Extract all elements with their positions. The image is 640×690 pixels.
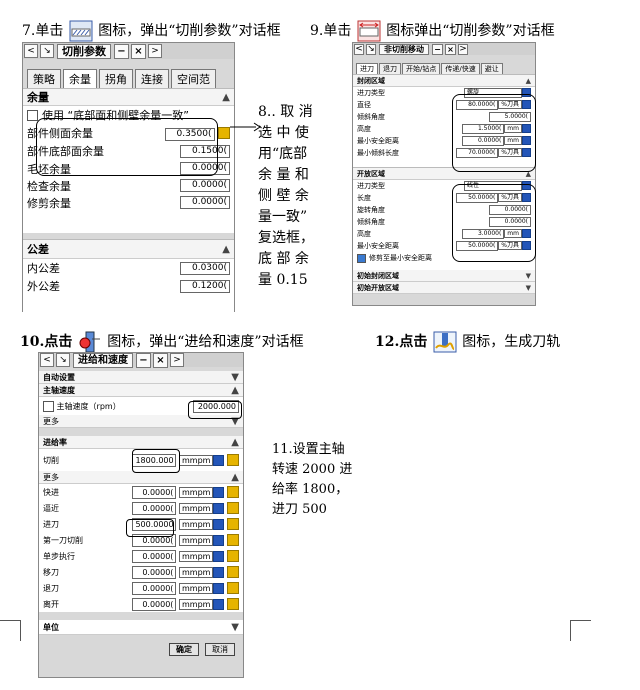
collapse-icon: ▲ [222, 91, 230, 103]
lock-icon[interactable] [218, 126, 230, 139]
note-step8: 8.. 取 消选 中 使用“底部 余 量 和侧 壁 余量一致” 复选框，底 部 … [258, 104, 314, 288]
pin-icon[interactable]: ↘ [56, 353, 70, 367]
close-button[interactable]: × [153, 352, 168, 368]
pin-icon[interactable]: ↘ [366, 43, 376, 55]
highlight-cut [132, 449, 180, 473]
highlight-spindle [188, 401, 242, 419]
rapid-feed-input[interactable]: 0.0000( [132, 485, 177, 499]
section-stock[interactable]: 余量 ▲ [23, 89, 234, 106]
departure-feed-input[interactable]: 0.0000( [132, 597, 177, 611]
intol-input[interactable]: 0.0300( [180, 261, 230, 275]
non-cut-dialog: < ↘ 非切削移动 − × > 进刀 退刀 开始/钻点 传递/快速 避让 封闭区… [352, 42, 536, 306]
close-button[interactable]: × [131, 43, 146, 59]
prev-arrow[interactable]: < [354, 43, 364, 55]
trim-stock-input[interactable]: 0.0000( [180, 196, 230, 209]
highlight-stock [36, 118, 218, 176]
trim-checkbox[interactable] [357, 253, 366, 263]
dialog-title: 切削参数 [57, 43, 111, 59]
pin-icon[interactable]: ↘ [40, 44, 54, 58]
note-step11: 11.设置主轴 转速 2000 进给率 1800， 进刀 500 [272, 442, 353, 517]
tab-retract[interactable]: 退刀 [379, 63, 401, 74]
next-arrow[interactable]: > [458, 43, 468, 55]
approach-feed-input[interactable]: 0.0000( [132, 501, 177, 515]
section-closed[interactable]: 封闭区域 ▲ [353, 75, 535, 87]
check-stock-input[interactable]: 0.0000( [180, 179, 230, 192]
minimize-button[interactable]: − [136, 352, 151, 368]
tab-avoid[interactable]: 避让 [480, 63, 503, 74]
highlight-engage [126, 519, 174, 537]
retract-feed-input[interactable]: 0.0000( [132, 581, 177, 595]
label-outtol: 外公差 [27, 280, 60, 293]
lock-icon[interactable] [227, 454, 239, 466]
dialog-titlebar: < ↘ 切削参数 − × > [23, 43, 234, 59]
minimize-button[interactable]: − [432, 43, 443, 55]
tab-strategy[interactable]: 策略 [27, 69, 61, 88]
next-arrow[interactable]: > [170, 353, 184, 367]
same-stock-checkbox[interactable] [27, 109, 38, 121]
outtol-input[interactable]: 0.1200( [180, 279, 230, 293]
tab-start-drill[interactable]: 开始/钻点 [402, 63, 441, 74]
dialog-title: 非切削移动 [379, 43, 429, 55]
ok-button[interactable]: 确定 [169, 643, 199, 656]
page-corner-mark [0, 620, 21, 641]
non-cut-move-icon [357, 20, 381, 42]
tab-corner[interactable]: 拐角 [99, 69, 133, 88]
label-trim-stock: 修剪余量 [27, 196, 71, 210]
page-corner-mark [570, 620, 591, 641]
feed-speed-icon [78, 331, 102, 353]
trim-checkbox-label: 修剪至最小安全距离 [369, 254, 432, 262]
caption-step12: 12.点击 图标，生成刀轨 [375, 331, 560, 353]
section-spindle[interactable]: 主轴速度 ▲ [39, 384, 243, 397]
spindle-label: 主轴速度（rpm） [56, 401, 121, 411]
prev-arrow[interactable]: < [24, 44, 38, 58]
dialog-title: 进给和速度 [73, 352, 133, 368]
tab-transfer[interactable]: 传递/快速 [441, 63, 480, 74]
cancel-button[interactable]: 取消 [205, 643, 235, 656]
generate-toolpath-icon [433, 331, 457, 353]
section-initial-open[interactable]: 初始开放区域 ▼ [353, 282, 535, 294]
collapse-icon: ▲ [222, 243, 230, 255]
section-tolerance[interactable]: 公差 ▲ [23, 240, 234, 259]
caption-step7: 7.单击 图标，弹出“切削参数”对话框 [22, 20, 281, 42]
tab-engage[interactable]: 进刀 [356, 63, 378, 74]
dialog-titlebar: < ↘ 进给和速度 − × > [39, 352, 243, 368]
section-units[interactable]: 单位 ▼ [39, 620, 243, 635]
highlight-closed [452, 94, 536, 172]
tab-space[interactable]: 空间范 [171, 69, 216, 88]
dialog-titlebar: < ↘ 非切削移动 − × > [353, 43, 535, 55]
tab-connect[interactable]: 连接 [135, 69, 169, 88]
spindle-checkbox[interactable] [43, 400, 54, 412]
cut-params-dialog: < ↘ 切削参数 − × > 策略 余量 拐角 连接 空间范 余量 ▲ 使用 “底… [22, 42, 235, 314]
next-arrow[interactable]: > [148, 44, 162, 58]
cut-label: 切削 [43, 455, 59, 465]
section-feed[interactable]: 进给率 ▲ [39, 436, 243, 449]
section-auto[interactable]: 自动设置 ▼ [39, 371, 243, 384]
cut-params-icon [69, 20, 93, 42]
tab-stock[interactable]: 余量 [63, 69, 97, 88]
caption-step9: 9.单击 图标弹出“切削参数”对话框 [310, 20, 555, 42]
traverse-feed-input[interactable]: 0.0000( [132, 565, 177, 579]
stepover-feed-input[interactable]: 0.0000( [132, 549, 177, 563]
minimize-button[interactable]: − [114, 43, 129, 59]
section-initial-closed[interactable]: 初始封闭区域 ▼ [353, 270, 535, 282]
prev-arrow[interactable]: < [40, 353, 54, 367]
label-check-stock: 检查余量 [27, 179, 71, 193]
highlight-open [452, 184, 536, 262]
caption-step10: 10.点击 图标，弹出“进给和速度”对话框 [20, 331, 304, 353]
close-button[interactable]: × [445, 43, 456, 55]
label-intol: 内公差 [27, 262, 60, 275]
